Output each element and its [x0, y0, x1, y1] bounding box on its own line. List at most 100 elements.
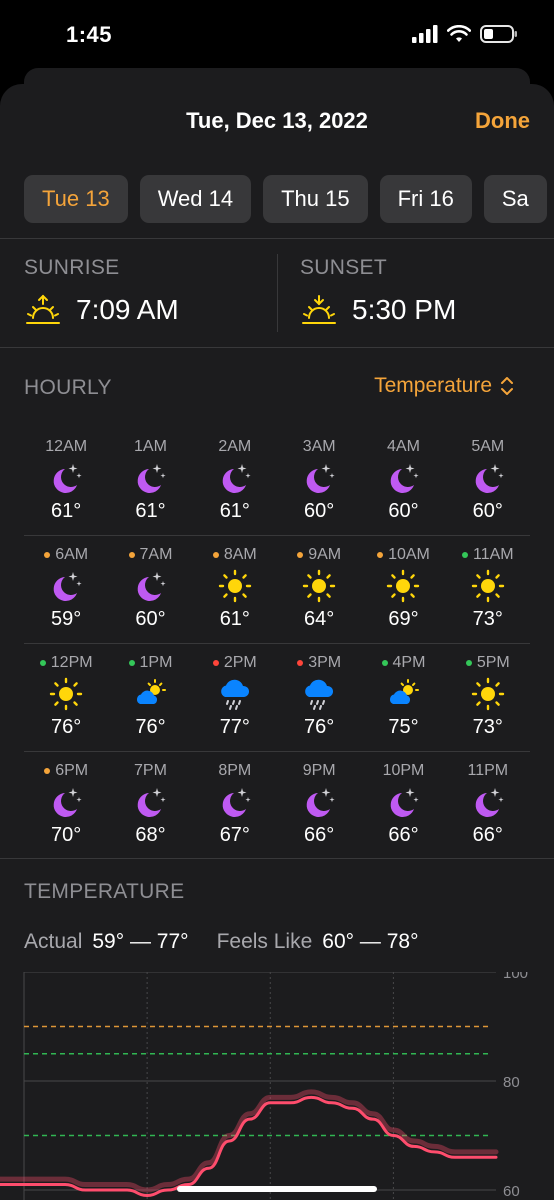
moon-stars-icon [468, 460, 508, 496]
sunset-time: 5:30 PM [352, 294, 457, 325]
hour-temperature: 66° [304, 824, 335, 846]
done-button[interactable]: Done [475, 108, 530, 134]
chart-y-tick-label: 60 [503, 1183, 520, 1200]
hourly-cell: 8AM 61° [193, 536, 277, 643]
hour-label: 10PM [383, 760, 425, 782]
day-pill-fri-16[interactable]: Fri 16 [379, 175, 472, 223]
hourly-cell: 2AM 61° [193, 428, 277, 535]
hour-text: 4PM [392, 654, 426, 671]
hourly-cell: 3AM 60° [277, 428, 361, 535]
status-bar: 1:45 [0, 0, 554, 70]
moon-stars-icon [468, 784, 508, 820]
temperature-summary: Actual 59° — 77° Feels Like 60° — 78° [24, 930, 418, 954]
hourly-cell: 9AM 64° [277, 536, 361, 643]
hour-temperature: 76° [135, 716, 166, 738]
hourly-cell: 3PM 76° [277, 644, 361, 751]
hour-temperature: 61° [135, 500, 166, 522]
hour-text: 2PM [223, 654, 257, 671]
chart-series-line [0, 1089, 499, 1193]
hour-temperature: 70° [51, 824, 82, 846]
hourly-cell: 11AM 73° [446, 536, 530, 643]
hour-label: 11AM [462, 544, 514, 566]
hourly-label: HOURLY [24, 376, 112, 399]
hourly-cell: 6PM 70° [24, 752, 108, 860]
hourly-cell: 10PM 66° [361, 752, 445, 860]
hour-label: 10AM [377, 544, 430, 566]
hourly-metric-label: Temperature [374, 374, 492, 397]
hour-text: 3AM [302, 438, 336, 455]
hour-temperature: 69° [388, 608, 419, 630]
hourly-cell: 6AM 59° [24, 536, 108, 643]
hour-label: 3PM [297, 652, 341, 674]
air-quality-dot [212, 552, 219, 558]
chart-y-tick-label: 100 [503, 972, 528, 982]
day-pill-thu-15[interactable]: Thu 15 [263, 175, 368, 223]
sun-icon [468, 676, 508, 712]
hour-text: 6PM [55, 762, 89, 779]
sunset-icon [302, 295, 336, 324]
air-quality-dot [377, 552, 384, 558]
day-pill-tue-13[interactable]: Tue 13 [24, 175, 128, 223]
hour-text: 12PM [50, 654, 93, 671]
hourly-row: 6PM 70° 7PM 68° 8PM 67° 9PM 66° 10PM 66° 11PM 66° [24, 752, 530, 860]
hour-label: 7AM [128, 544, 172, 566]
air-quality-dot [465, 660, 472, 666]
hour-temperature: 59° [51, 608, 82, 630]
hour-label: 5PM [465, 652, 510, 674]
hour-text: 1AM [134, 438, 167, 455]
hour-label: 2PM [212, 652, 257, 674]
hourly-cell: 10AM 69° [361, 536, 445, 643]
sun-icon [383, 568, 423, 604]
sun-icon [299, 568, 339, 604]
hour-text: 10AM [388, 546, 430, 563]
hour-temperature: 73° [472, 608, 503, 630]
sunrise-icon [26, 294, 60, 324]
hour-temperature: 60° [472, 500, 503, 522]
hour-temperature: 75° [388, 716, 419, 738]
home-indicator[interactable] [177, 1186, 377, 1192]
hourly-cell: 12AM 61° [24, 428, 108, 535]
hour-temperature: 61° [219, 500, 250, 522]
hour-label: 6AM [44, 544, 88, 566]
actual-range: 59° — 77° [92, 930, 189, 953]
moon-stars-icon [130, 460, 170, 496]
hour-text: 4AM [387, 438, 420, 455]
hourly-cell: 1AM 61° [108, 428, 192, 535]
day-pill-wed-14[interactable]: Wed 14 [139, 175, 252, 223]
status-time: 1:45 [66, 22, 113, 47]
hourly-cell: 5AM 60° [446, 428, 530, 535]
hour-temperature: 60° [135, 608, 166, 630]
hour-label: 1PM [128, 652, 173, 674]
air-quality-dot [381, 660, 388, 666]
hour-text: 3PM [308, 654, 342, 671]
chevron-up-down-icon [501, 377, 513, 395]
hour-temperature: 76° [304, 716, 335, 738]
hour-temperature: 61° [219, 608, 250, 630]
hour-label: 3AM [303, 436, 336, 458]
sunrise-time: 7:09 AM [76, 294, 179, 325]
hour-label: 2AM [218, 436, 251, 458]
hour-text: 6AM [55, 546, 89, 563]
hour-text: 10PM [382, 762, 425, 779]
moon-stars-icon [299, 784, 339, 820]
sun-icon [468, 568, 508, 604]
hour-label: 12AM [45, 436, 87, 458]
air-quality-dot [39, 660, 46, 666]
hourly-cell: 5PM 73° [446, 644, 530, 751]
partly-cloudy-icon [130, 676, 170, 712]
hour-text: 5AM [471, 438, 505, 455]
hour-text: 11PM [467, 762, 509, 779]
hour-temperature: 76° [51, 716, 82, 738]
moon-stars-icon [383, 784, 423, 820]
hour-temperature: 68° [135, 824, 166, 846]
hour-text: 1PM [139, 654, 173, 671]
hourly-metric-selector[interactable]: Temperature [374, 374, 514, 398]
day-pill-sat[interactable]: Sa [483, 175, 547, 223]
air-quality-dot [128, 552, 135, 558]
hour-label: 6PM [44, 760, 88, 782]
hour-label: 7PM [134, 760, 167, 782]
moon-stars-icon [46, 568, 86, 604]
vertical-divider [277, 254, 278, 332]
hour-text: 5PM [476, 654, 510, 671]
air-quality-dot [128, 660, 135, 666]
